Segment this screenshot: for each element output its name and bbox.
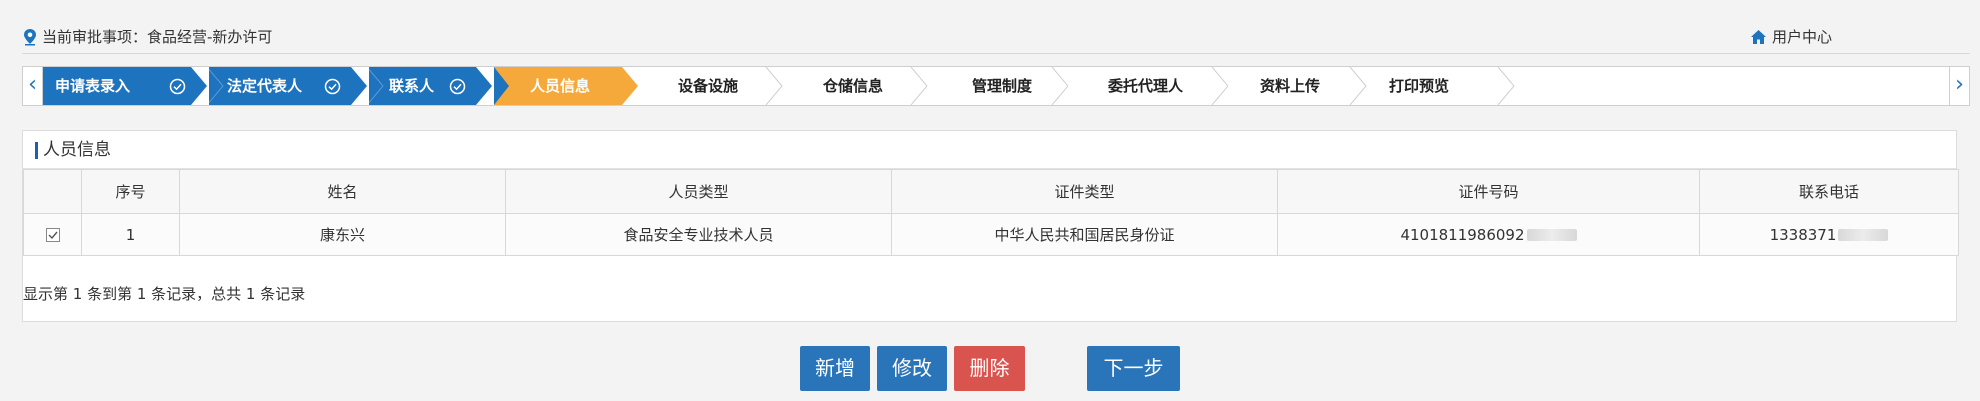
step-agent[interactable]: 委托代理人 bbox=[1068, 67, 1228, 105]
next-step-button[interactable]: 下一步 bbox=[1087, 346, 1180, 391]
pagination-info: 显示第 1 条到第 1 条记录，总共 1 条记录 bbox=[23, 285, 306, 303]
step-label: 法定代表人 bbox=[227, 77, 303, 95]
step-application-form[interactable]: 申请表录入 bbox=[43, 67, 209, 105]
row-id-number: 4101811986092 bbox=[1277, 213, 1700, 256]
add-button[interactable]: 新增 bbox=[800, 346, 870, 391]
step-navigation: ‹ 申请表录入 法定代表人 联系人 人员信息 设备设施 仓储信息 管理制度 委托… bbox=[22, 66, 1970, 106]
top-bar: 当前审批事项：食品经营-新办许可 用户中心 bbox=[22, 22, 1970, 54]
step-contact[interactable]: 联系人 bbox=[369, 67, 494, 105]
header-id-number: 证件号码 bbox=[1277, 169, 1700, 214]
row-phone: 1338371 bbox=[1699, 213, 1959, 256]
check-circle-icon bbox=[324, 78, 341, 95]
header-type: 人员类型 bbox=[505, 169, 892, 214]
redaction-mask bbox=[1838, 229, 1889, 241]
header-phone: 联系电话 bbox=[1699, 169, 1959, 214]
user-center-label: 用户中心 bbox=[1772, 28, 1833, 46]
location-pin-icon bbox=[24, 28, 36, 45]
step-label: 仓储信息 bbox=[823, 77, 884, 95]
header-id-type: 证件类型 bbox=[891, 169, 1278, 214]
header-index: 序号 bbox=[81, 169, 180, 214]
step-label: 打印预览 bbox=[1389, 77, 1450, 95]
row-index: 1 bbox=[81, 213, 180, 256]
table-header-row: 序号 姓名 人员类型 证件类型 证件号码 联系电话 bbox=[23, 169, 1959, 214]
id-number-text: 4101811986092 bbox=[1400, 225, 1525, 244]
header-select bbox=[23, 169, 82, 214]
checkbox-checked-icon[interactable] bbox=[45, 228, 60, 242]
row-select-cell[interactable] bbox=[23, 213, 82, 256]
step-label: 申请表录入 bbox=[55, 77, 131, 95]
step-equipment[interactable]: 设备设施 bbox=[638, 67, 783, 105]
scroll-right-button[interactable]: › bbox=[1949, 67, 1969, 105]
panel-title: 人员信息 bbox=[23, 131, 1956, 169]
step-label: 委托代理人 bbox=[1108, 77, 1184, 95]
header-name: 姓名 bbox=[179, 169, 506, 214]
home-icon bbox=[1751, 29, 1766, 44]
step-label: 设备设施 bbox=[678, 77, 739, 95]
step-legal-representative[interactable]: 法定代表人 bbox=[209, 67, 369, 105]
chevron-left-icon: ‹ bbox=[28, 72, 37, 97]
phone-text: 1338371 bbox=[1769, 225, 1837, 244]
step-label: 管理制度 bbox=[972, 77, 1033, 95]
step-management[interactable]: 管理制度 bbox=[928, 67, 1068, 105]
step-storage[interactable]: 仓储信息 bbox=[783, 67, 928, 105]
redaction-mask bbox=[1526, 229, 1577, 241]
approval-item-text: 当前审批事项：食品经营-新办许可 bbox=[42, 28, 273, 46]
scroll-left-button[interactable]: ‹ bbox=[23, 67, 43, 105]
step-upload[interactable]: 资料上传 bbox=[1228, 67, 1368, 105]
user-center-link[interactable]: 用户中心 bbox=[1750, 26, 1832, 47]
step-label: 资料上传 bbox=[1260, 77, 1321, 95]
check-circle-icon bbox=[169, 78, 186, 95]
approval-item: 当前审批事项：食品经营-新办许可 bbox=[22, 26, 272, 47]
step-label: 人员信息 bbox=[530, 77, 591, 95]
check-circle-icon bbox=[449, 78, 466, 95]
edit-button[interactable]: 修改 bbox=[877, 346, 947, 391]
delete-button[interactable]: 删除 bbox=[954, 346, 1025, 391]
step-label: 联系人 bbox=[389, 77, 435, 95]
row-name: 康东兴 bbox=[179, 213, 506, 256]
chevron-right-icon: › bbox=[1955, 72, 1964, 97]
personnel-table: 序号 姓名 人员类型 证件类型 证件号码 联系电话 1 康东兴 食品安全专业技术… bbox=[23, 169, 1959, 256]
step-print-preview[interactable]: 打印预览 bbox=[1366, 67, 1516, 105]
step-personnel-info[interactable]: 人员信息 bbox=[494, 67, 646, 105]
table-row[interactable]: 1 康东兴 食品安全专业技术人员 中华人民共和国居民身份证 4101811986… bbox=[23, 213, 1959, 256]
row-type: 食品安全专业技术人员 bbox=[505, 213, 892, 256]
personnel-panel: 人员信息 序号 姓名 人员类型 证件类型 证件号码 联系电话 1 康东兴 食品安… bbox=[22, 130, 1959, 322]
row-id-type: 中华人民共和国居民身份证 bbox=[891, 213, 1278, 256]
